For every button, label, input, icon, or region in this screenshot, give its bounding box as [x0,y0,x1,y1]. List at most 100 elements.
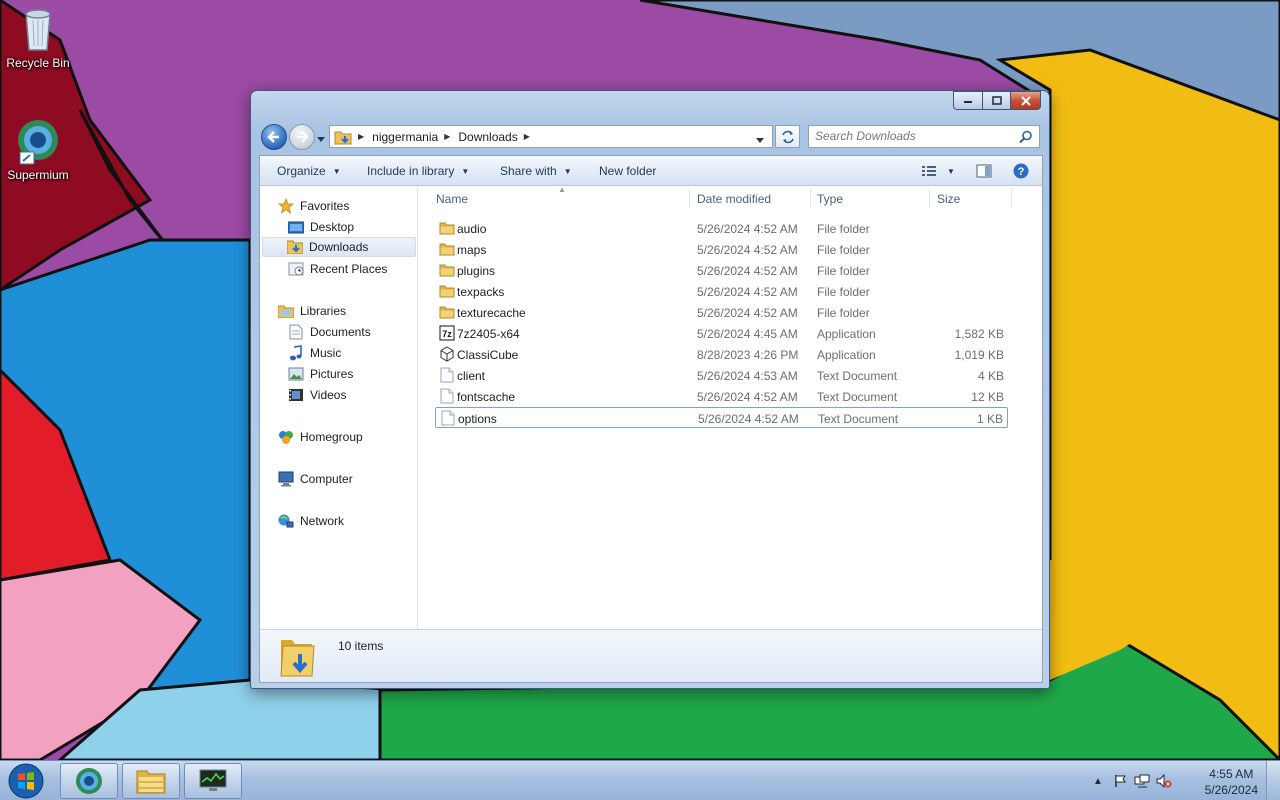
file-name: options [458,412,497,426]
search-input[interactable] [815,126,1015,146]
breadcrumb-separator-icon[interactable]: ▶ [444,132,450,141]
nav-label: Recent Places [310,262,388,276]
column-divider[interactable] [810,188,811,208]
file-explorer-icon [136,770,166,794]
file-date-modified: 5/26/2024 4:52 AM [697,222,798,236]
text-document-icon [439,367,455,383]
nav-label: Libraries [300,304,347,318]
file-name: texpacks [457,285,505,299]
nav-documents[interactable]: Documents [288,322,371,342]
nav-downloads[interactable]: Downloads [262,237,416,257]
address-history-dropdown[interactable] [756,133,764,147]
breadcrumb-item-user[interactable]: niggermania [372,130,438,144]
file-row[interactable]: texturecache 5/26/2024 4:52 AM File folder [435,302,1008,323]
taskbar-file-explorer[interactable] [122,763,180,799]
file-row[interactable]: audio 5/26/2024 4:52 AM File folder [435,218,1008,239]
file-date-modified: 8/28/2023 4:26 PM [697,348,799,362]
explorer-window[interactable]: ▶ niggermania ▶ Downloads ▶ Search Downl… [250,90,1050,689]
view-options-dropdown[interactable]: ▼ [941,162,961,180]
clock-date: 5/26/2024 [1204,783,1258,797]
breadcrumb-separator-icon[interactable]: ▶ [524,132,530,141]
file-row[interactable]: plugins 5/26/2024 4:52 AM File folder [435,260,1008,281]
nav-homegroup[interactable]: Homegroup [278,427,363,447]
nav-label: Music [310,346,342,360]
file-date-modified: 5/26/2024 4:45 AM [697,327,798,341]
item-count-label: 10 items [338,639,384,653]
file-row[interactable]: 7z 7z2405-x64 5/26/2024 4:45 AM Application… [435,323,1008,344]
svg-text:?: ? [1018,166,1025,178]
nav-network[interactable]: Network [278,511,344,531]
close-button[interactable] [1011,91,1041,110]
new-folder-button[interactable]: New folder [599,164,656,178]
start-button[interactable] [4,761,48,800]
pictures-icon [288,366,304,382]
file-row[interactable]: maps 5/26/2024 4:52 AM File folder [435,239,1008,260]
action-center-flag-icon[interactable] [1112,773,1128,789]
column-header-date-modified[interactable]: Date modified [697,192,771,206]
column-header-size[interactable]: Size [937,192,960,206]
preview-pane-button[interactable] [974,162,994,180]
search-icon[interactable] [1019,130,1033,144]
file-type: Text Document [818,412,899,426]
text-document-icon [439,388,455,404]
clock[interactable]: 4:55 AM 5/26/2024 [1205,766,1258,798]
nav-music[interactable]: Music [288,343,341,363]
share-with-menu[interactable]: Share with ▼ [500,164,572,178]
text-document-icon [440,410,456,426]
organize-label: Organize [277,164,326,178]
show-hidden-icons-button[interactable]: ▲ [1090,773,1106,789]
file-row[interactable]: fontscache 5/26/2024 4:52 AM Text Document… [435,386,1008,407]
nav-pictures[interactable]: Pictures [288,364,353,384]
column-divider[interactable] [929,188,930,208]
file-row[interactable]: ClassiCube 8/28/2023 4:26 PM Application 1,… [435,344,1008,365]
change-view-button[interactable] [919,162,939,180]
nav-computer[interactable]: Computer [278,469,353,489]
show-desktop-button[interactable] [1266,761,1280,800]
breadcrumb-item-downloads[interactable]: Downloads [458,130,517,144]
nav-libraries[interactable]: Libraries [278,301,346,321]
minimize-button[interactable] [953,91,983,110]
column-divider[interactable] [689,188,690,208]
file-row[interactable]: options 5/26/2024 4:52 AM Text Document 1 K… [435,407,1008,428]
nav-videos[interactable]: Videos [288,385,346,405]
organize-menu[interactable]: Organize ▼ [277,164,341,178]
desktop-icon-supermium[interactable]: Supermium [0,118,76,182]
nav-label: Homegroup [300,430,363,444]
search-box[interactable] [808,125,1040,148]
column-divider[interactable] [1011,188,1012,208]
desktop-icon-label: Recycle Bin [6,56,70,70]
breadcrumb-separator-icon[interactable]: ▶ [358,132,364,141]
network-status-icon[interactable] [1134,773,1150,789]
nav-favorites[interactable]: Favorites [278,196,349,216]
forward-button[interactable] [289,124,315,150]
file-type: Text Document [817,369,898,383]
file-type: Application [817,348,876,362]
desktop-icon-recycle-bin[interactable]: Recycle Bin [0,6,76,70]
nav-recent-places[interactable]: Recent Places [288,259,387,279]
maximize-button[interactable] [983,91,1011,110]
recent-pages-dropdown[interactable] [317,132,325,146]
refresh-button[interactable] [775,125,800,148]
column-header-name[interactable]: Name [436,192,468,206]
svg-text:7z: 7z [442,329,452,339]
include-in-library-menu[interactable]: Include in library ▼ [367,164,469,178]
address-box[interactable]: ▶ niggermania ▶ Downloads ▶ [329,125,773,148]
minimize-icon [964,100,972,103]
nav-label: Documents [310,325,371,339]
file-row[interactable]: client 5/26/2024 4:53 AM Text Document 4 KB [435,365,1008,386]
volume-muted-icon[interactable] [1156,773,1172,789]
windows-start-icon [8,763,44,799]
homegroup-icon [278,429,294,445]
taskbar-task-manager[interactable] [184,763,242,799]
address-bar-row: ▶ niggermania ▶ Downloads ▶ [259,123,1043,151]
column-header-type[interactable]: Type [817,192,843,206]
libraries-icon [278,303,294,319]
file-row[interactable]: texpacks 5/26/2024 4:52 AM File folder [435,281,1008,302]
sort-ascending-icon: ▲ [558,185,566,194]
taskbar-supermium[interactable] [60,763,118,799]
classicube-app-icon [439,346,455,362]
nav-desktop[interactable]: Desktop [288,217,354,237]
help-button[interactable]: ? [1011,162,1031,180]
back-button[interactable] [261,124,287,150]
chevron-down-icon [756,138,764,143]
